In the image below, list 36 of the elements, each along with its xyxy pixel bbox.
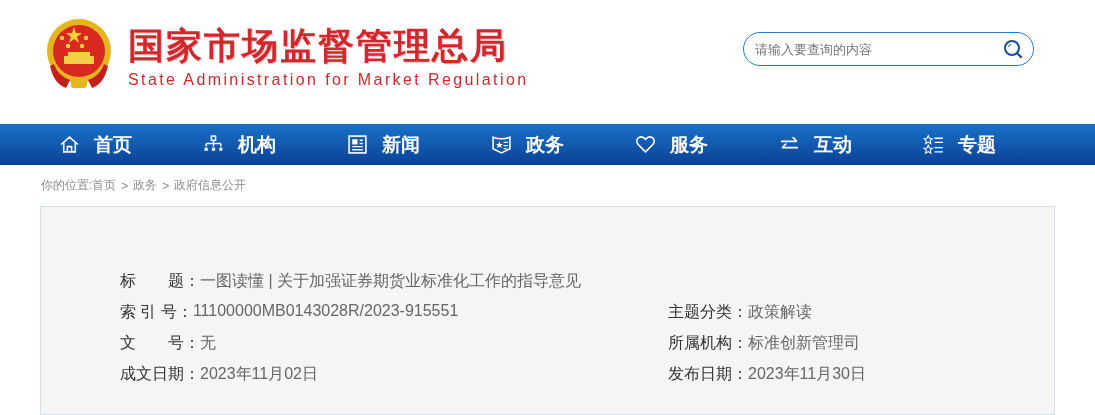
- nav-item[interactable]: 首页: [59, 124, 203, 165]
- field-value: 标准创新管理司: [748, 333, 860, 353]
- field-value: 无: [200, 333, 216, 353]
- site-title: 国家市场监督管理总局: [128, 26, 509, 66]
- field-value: 2023年11月30日: [748, 364, 866, 384]
- field-label: 发布日期：: [668, 364, 748, 384]
- site-subtitle: State Administration for Market Regulation: [128, 70, 529, 90]
- nav-item[interactable]: 新闻: [347, 124, 491, 165]
- heart-icon: [635, 134, 656, 155]
- field-label: 标 题：: [120, 271, 200, 291]
- field-value: 一图读懂 | 关于加强证券期货业标准化工作的指导意见: [200, 271, 582, 291]
- home-icon: [59, 134, 80, 155]
- breadcrumb-link[interactable]: 首页: [92, 177, 117, 194]
- nav-item[interactable]: 机构: [203, 124, 347, 165]
- breadcrumb-label: 你的位置:: [41, 177, 93, 194]
- field-value: 政策解读: [748, 302, 812, 322]
- breadcrumb-link[interactable]: 政府信息公开: [174, 177, 247, 194]
- breadcrumb-link[interactable]: 政务: [133, 177, 158, 194]
- search-field[interactable]: 请输入要查询的内容: [743, 32, 1034, 66]
- nav-item[interactable]: 政务: [491, 124, 635, 165]
- field-label: 主题分类：: [668, 302, 748, 322]
- field-label: 所属机构：: [668, 333, 748, 353]
- breadcrumb-separator: >: [162, 178, 170, 193]
- breadcrumb-separator: >: [121, 178, 129, 193]
- star-list-icon: [923, 134, 944, 155]
- newspaper-icon: [347, 134, 368, 155]
- field-label: 文 号：: [120, 333, 200, 353]
- field-label: 索 引 号：: [120, 302, 193, 322]
- field-value: 2023年11月02日: [200, 364, 318, 384]
- nav-item[interactable]: 专题: [923, 124, 1067, 165]
- search-icon[interactable]: [1003, 39, 1023, 59]
- nav-item[interactable]: 互动: [779, 124, 923, 165]
- shield-star-icon: [491, 134, 512, 155]
- nav-item[interactable]: 服务: [635, 124, 779, 165]
- field-label: 成文日期：: [120, 364, 200, 384]
- field-value: 11100000MB0143028R/2023-915551: [192, 302, 459, 321]
